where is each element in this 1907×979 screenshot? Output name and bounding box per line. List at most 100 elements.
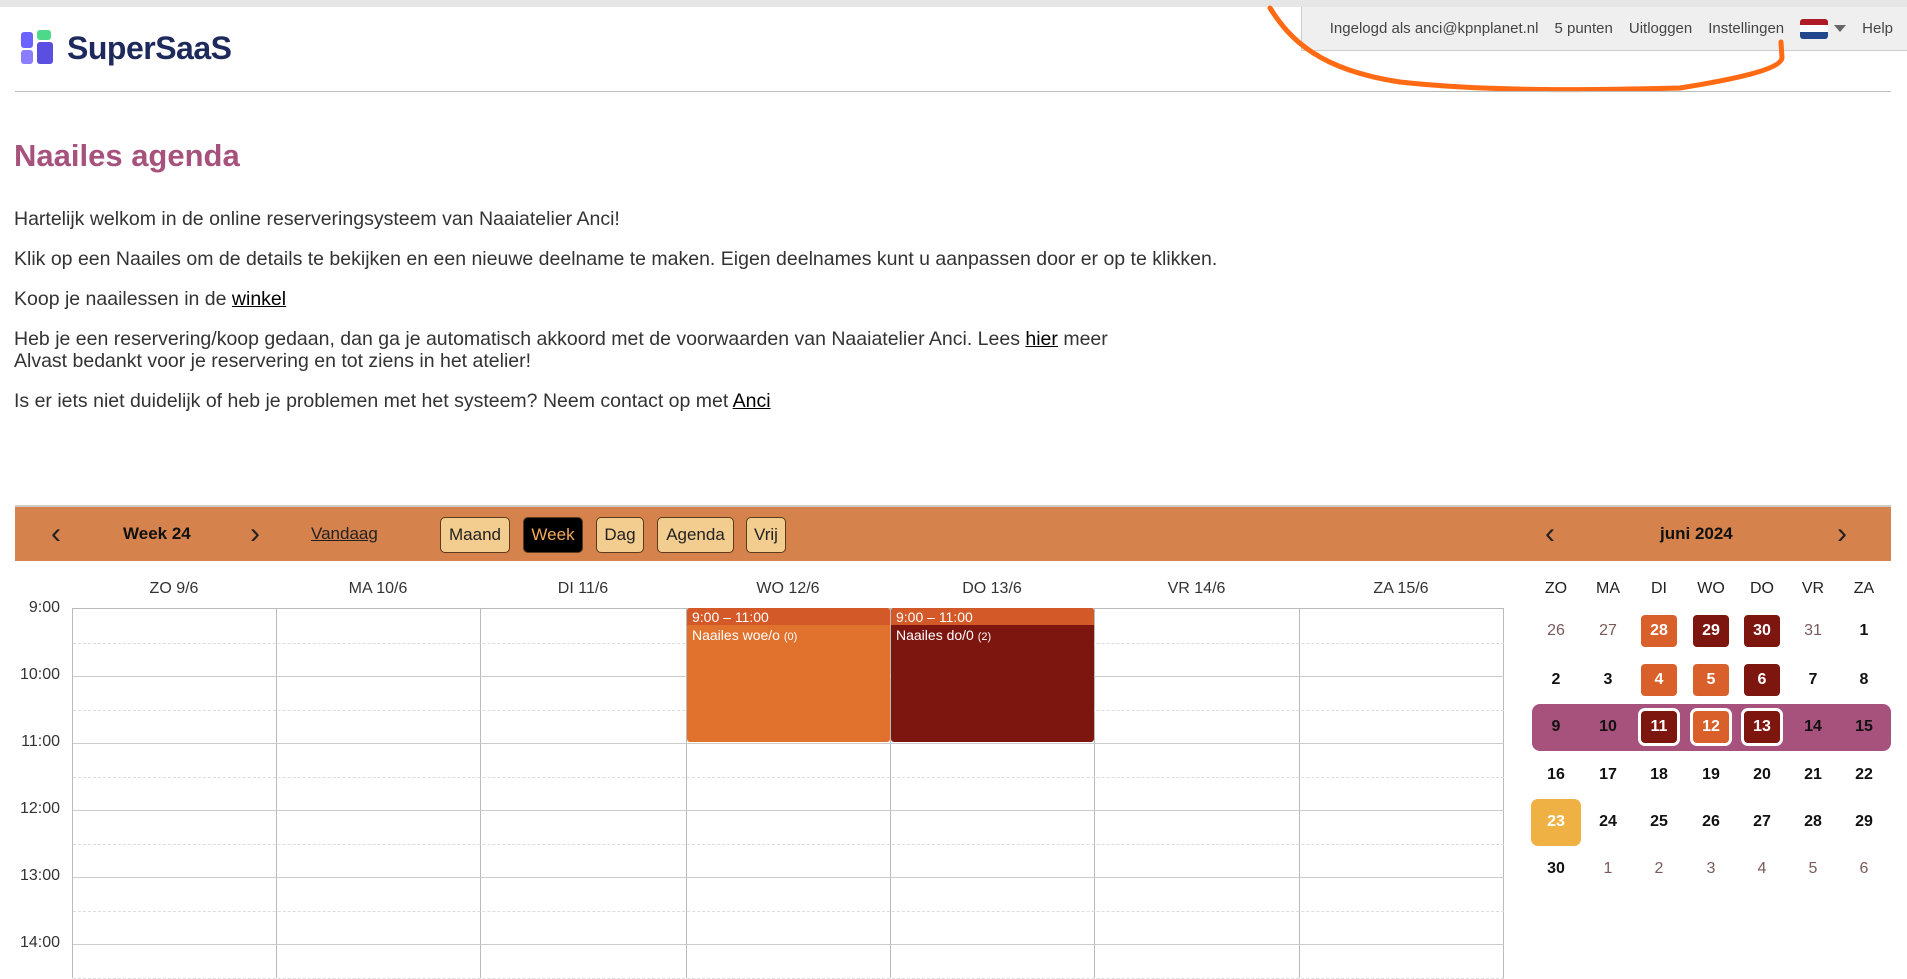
logo-text: SuperSaaS [67, 29, 232, 66]
view-agenda-button[interactable]: Agenda [657, 517, 734, 553]
mini-calendar-day[interactable]: 17 [1590, 759, 1626, 791]
mini-calendar-day[interactable]: 9 [1538, 711, 1574, 743]
today-link[interactable]: Vandaag [311, 507, 378, 561]
mini-calendar-day[interactable]: 6 [1846, 853, 1882, 885]
mini-calendar-day[interactable]: 2 [1641, 853, 1677, 885]
thanks-text: Alvast bedankt voor je reservering en to… [14, 350, 532, 372]
mini-calendar-day[interactable]: 11 [1641, 711, 1677, 743]
day-column[interactable] [481, 609, 687, 978]
shop-text-label: Koop je naailessen in de [14, 288, 232, 310]
page-title: Naailes agenda [14, 138, 240, 173]
day-column[interactable] [1095, 609, 1300, 978]
mini-calendar-day[interactable]: 30 [1744, 615, 1780, 647]
mini-calendar-day[interactable]: 25 [1641, 806, 1677, 838]
day-header[interactable]: VR 14/6 [1094, 580, 1299, 598]
event-time: 9:00 – 11:00 [891, 608, 1094, 625]
week-label: Week 24 [123, 524, 191, 543]
mini-calendar-day[interactable]: 27 [1744, 806, 1780, 838]
mini-calendar-day[interactable]: 3 [1590, 664, 1626, 696]
mini-calendar-day[interactable]: 7 [1795, 664, 1831, 696]
shop-text: Koop je naailessen in de winkel [14, 288, 286, 310]
mini-calendar-day[interactable]: 26 [1538, 615, 1574, 647]
mini-calendar-day[interactable]: 3 [1693, 853, 1729, 885]
help-link[interactable]: Help [1862, 20, 1893, 37]
logo-icon [21, 30, 53, 64]
mini-calendar-day[interactable]: 20 [1744, 759, 1780, 791]
mini-calendar-day[interactable]: 30 [1538, 853, 1574, 885]
mini-weekday: ZA [1853, 580, 1875, 597]
day-header[interactable]: ZO 9/6 [72, 580, 276, 598]
mini-calendar-day[interactable]: 26 [1693, 806, 1729, 838]
mini-calendar-day[interactable]: 1 [1846, 615, 1882, 647]
mini-weekday: VR [1801, 580, 1825, 597]
mini-calendar-day[interactable]: 4 [1744, 853, 1780, 885]
mini-calendar-day[interactable]: 2 [1538, 664, 1574, 696]
mini-calendar-day[interactable]: 29 [1693, 615, 1729, 647]
contact-link[interactable]: Anci [733, 390, 771, 412]
mini-calendar-day[interactable]: 1 [1590, 853, 1626, 885]
mini-calendar-day[interactable]: 6 [1744, 664, 1780, 696]
mini-calendar-day[interactable]: 27 [1590, 615, 1626, 647]
next-week-button[interactable]: › [250, 507, 260, 561]
mini-weekday: ZO [1544, 580, 1568, 597]
day-column[interactable] [1300, 609, 1504, 978]
mini-calendar-day[interactable]: 19 [1693, 759, 1729, 791]
day-header[interactable]: ZA 15/6 [1299, 580, 1503, 598]
supersaas-logo[interactable]: SuperSaaS [19, 28, 232, 68]
time-label: 12:00 [19, 800, 60, 817]
view-week-button[interactable]: Week [523, 517, 583, 553]
day-header[interactable]: MA 10/6 [276, 580, 480, 598]
mini-weekday: MA [1596, 580, 1620, 597]
terms-text: Heb je een reservering/koop gedaan, dan … [14, 328, 1108, 372]
event-count: (2) [977, 631, 992, 643]
mini-calendar-day[interactable]: 10 [1590, 711, 1626, 743]
mini-calendar-day[interactable]: 29 [1846, 806, 1882, 838]
event-title: Naailes woe/o (0) [687, 625, 890, 645]
mini-calendar-day[interactable]: 28 [1641, 615, 1677, 647]
mini-calendar-day[interactable]: 14 [1795, 711, 1831, 743]
contact-text: Is er iets niet duidelijk of heb je prob… [14, 390, 771, 412]
mini-calendar-day[interactable]: 16 [1538, 759, 1574, 791]
calendar-toolbar: ‹ Week 24 › Vandaag Maand Week Dag Agend… [15, 505, 1891, 561]
month-label: juni 2024 [1660, 524, 1733, 543]
view-month-button[interactable]: Maand [440, 517, 510, 553]
mini-weekday: DO [1750, 580, 1774, 597]
day-header[interactable]: DO 13/6 [890, 580, 1094, 598]
mini-calendar-day[interactable]: 12 [1693, 711, 1729, 743]
mini-calendar-day[interactable]: 18 [1641, 759, 1677, 791]
mini-calendar-day[interactable]: 22 [1846, 759, 1882, 791]
mini-calendar-day[interactable]: 5 [1795, 853, 1831, 885]
hour-line [73, 910, 1504, 912]
mini-calendar-day[interactable]: 5 [1693, 664, 1729, 696]
day-header[interactable]: WO 12/6 [686, 580, 890, 598]
mini-calendar-day[interactable]: 4 [1641, 664, 1677, 696]
day-column[interactable] [73, 609, 277, 978]
prev-month-button[interactable]: ‹ [1545, 507, 1555, 561]
day-column[interactable] [277, 609, 481, 978]
mini-calendar-day[interactable]: 24 [1590, 806, 1626, 838]
mini-calendar-day[interactable]: 31 [1795, 615, 1831, 647]
event-block[interactable]: 9:00 – 11:00 Naailes woe/o (0) [687, 608, 890, 742]
time-label: 13:00 [19, 867, 60, 884]
next-month-button[interactable]: › [1837, 507, 1847, 561]
view-free-button[interactable]: Vrij [746, 517, 786, 553]
prev-week-button[interactable]: ‹ [51, 507, 61, 561]
terms-link[interactable]: hier [1025, 328, 1058, 350]
welcome-text: Hartelijk welkom in de online reserverin… [14, 208, 620, 230]
language-dropdown-caret-icon[interactable] [1834, 25, 1847, 32]
view-day-button[interactable]: Dag [596, 517, 644, 553]
event-block[interactable]: 9:00 – 11:00 Naailes do/0 (2) [891, 608, 1094, 742]
dutch-flag-icon[interactable] [1800, 18, 1829, 39]
mini-calendar-day[interactable]: 21 [1795, 759, 1831, 791]
time-label: 14:00 [19, 934, 60, 951]
mini-calendar-day[interactable]: 15 [1846, 711, 1882, 743]
day-header[interactable]: DI 11/6 [480, 580, 686, 598]
mini-calendar-day[interactable]: 8 [1846, 664, 1882, 696]
hour-line [73, 810, 1504, 811]
mini-calendar-day[interactable]: 28 [1795, 806, 1831, 838]
mini-calendar-day[interactable]: 13 [1744, 711, 1780, 743]
instruction-text: Klik op een Naailes om de details te bek… [14, 248, 1218, 270]
shop-link[interactable]: winkel [232, 288, 286, 310]
hour-line [73, 877, 1504, 878]
mini-calendar-day[interactable]: 23 [1531, 798, 1581, 846]
